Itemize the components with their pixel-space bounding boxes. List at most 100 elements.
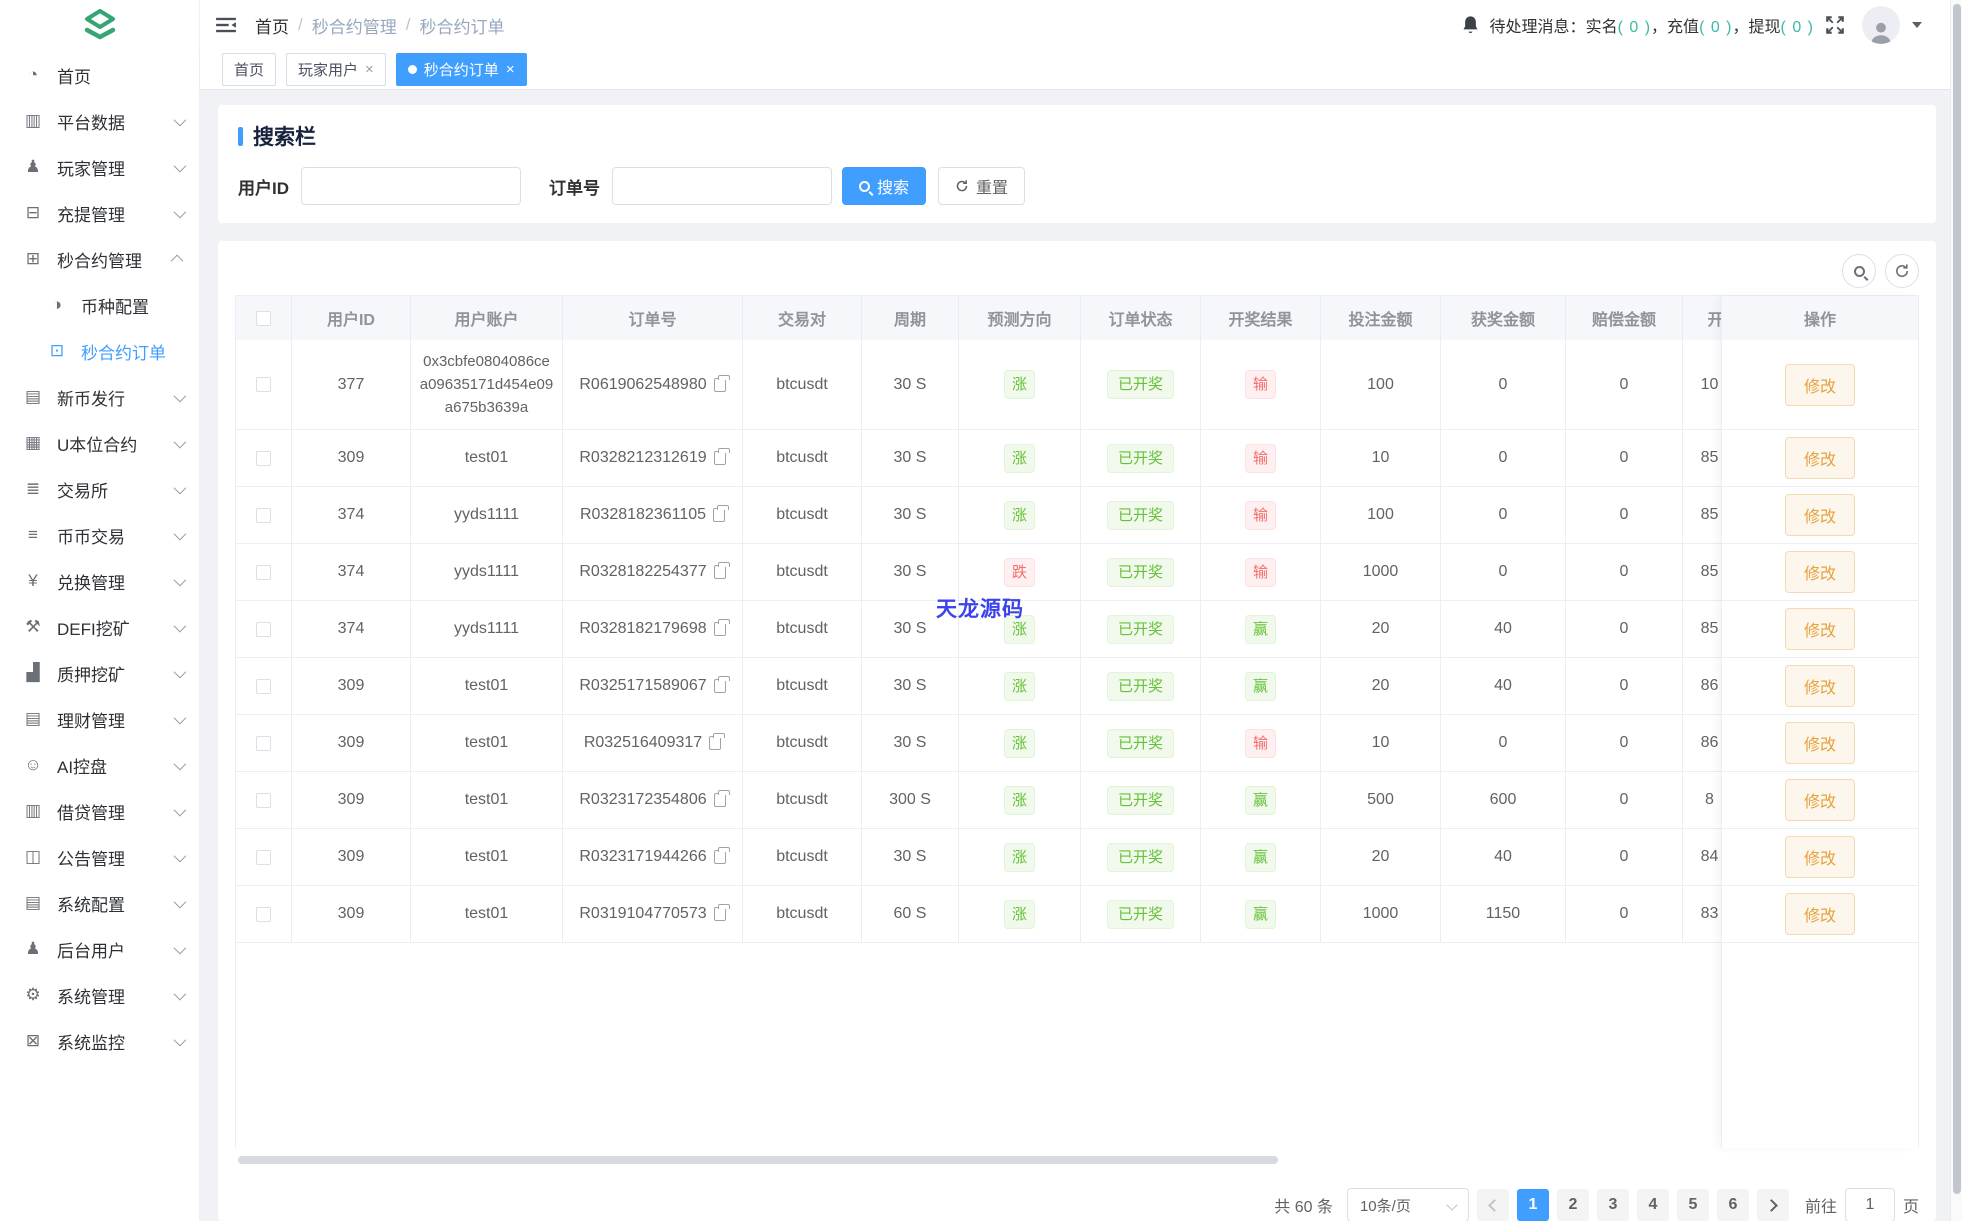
cell-period: 30 S xyxy=(862,829,959,885)
sidebar-item-AI控盘[interactable]: ☺ AI控盘 xyxy=(0,742,199,788)
edit-button[interactable]: 修改 xyxy=(1784,779,1855,821)
jump-page-input[interactable] xyxy=(1844,1188,1895,1221)
hamburger-icon[interactable] xyxy=(215,16,237,34)
browser-scrollbar[interactable] xyxy=(1950,0,1962,1221)
page-button-1[interactable]: 1 xyxy=(1516,1189,1549,1221)
sidebar-item-后台用户[interactable]: ♟ 后台用户 xyxy=(0,926,199,972)
sidebar-item-公告管理[interactable]: ◫ 公告管理 xyxy=(0,834,199,880)
sidebar-item-平台数据[interactable]: ▥ 平台数据 xyxy=(0,98,199,144)
page-size-select[interactable]: 10条/页 xyxy=(1346,1188,1469,1221)
row-checkbox[interactable] xyxy=(256,377,271,392)
sidebar-item-借贷管理[interactable]: ▥ 借贷管理 xyxy=(0,788,199,834)
edit-button[interactable]: 修改 xyxy=(1784,836,1855,878)
search-button[interactable]: 搜索 xyxy=(842,167,927,205)
copy-icon[interactable] xyxy=(713,374,730,392)
cell-comp: 0 xyxy=(1566,544,1683,600)
cell-pair: btcusdt xyxy=(743,430,862,486)
order-no-input[interactable] xyxy=(612,167,832,205)
copy-icon[interactable] xyxy=(713,904,730,921)
sidebar-item-玩家管理[interactable]: ♟ 玩家管理 xyxy=(0,144,199,190)
edit-button[interactable]: 修改 xyxy=(1784,494,1855,536)
row-checkbox[interactable] xyxy=(256,507,271,523)
select-all-checkbox[interactable] xyxy=(256,310,271,326)
sidebar-item-交易所[interactable]: ≣ 交易所 xyxy=(0,466,199,512)
row-checkbox[interactable] xyxy=(256,564,271,580)
page-button-2[interactable]: 2 xyxy=(1556,1189,1589,1221)
cell-user_id: 309 xyxy=(292,829,411,885)
prev-page-button[interactable] xyxy=(1476,1189,1509,1221)
player-management-icon: ♟ xyxy=(25,157,41,176)
table-refresh-button[interactable] xyxy=(1885,254,1919,288)
cell-bet: 1000 xyxy=(1321,886,1441,942)
avatar-dropdown-caret-icon[interactable] xyxy=(1912,22,1922,28)
row-checkbox[interactable] xyxy=(256,450,271,466)
edit-button[interactable]: 修改 xyxy=(1784,437,1855,479)
edit-button[interactable]: 修改 xyxy=(1784,893,1855,935)
sidebar-item-系统监控[interactable]: ⊠ 系统监控 xyxy=(0,1018,199,1064)
copy-icon[interactable] xyxy=(713,562,730,579)
user-id-input[interactable] xyxy=(301,167,521,205)
reset-button[interactable]: 重置 xyxy=(938,167,1026,205)
edit-button[interactable]: 修改 xyxy=(1784,363,1855,406)
edit-button[interactable]: 修改 xyxy=(1784,722,1855,764)
cell-direction: 涨 xyxy=(959,715,1081,771)
copy-icon[interactable] xyxy=(713,619,730,636)
dashboard-icon: ◔ xyxy=(27,65,39,84)
sidebar-item-充提管理[interactable]: ⊟ 充提管理 xyxy=(0,190,199,236)
copy-icon[interactable] xyxy=(713,790,730,807)
copy-icon[interactable] xyxy=(713,847,730,864)
sidebar-item-兑换管理[interactable]: ¥ 兑换管理 xyxy=(0,558,199,604)
sidebar-item-质押挖矿[interactable]: ▟ 质押挖矿 xyxy=(0,650,199,696)
sidebar-item-币币交易[interactable]: ≡ 币币交易 xyxy=(0,512,199,558)
sidebar-item-币种配置[interactable]: ◑ 币种配置 xyxy=(0,282,199,328)
cell-open: 85 xyxy=(1683,544,1723,600)
row-checkbox[interactable] xyxy=(256,849,271,865)
page-button-4[interactable]: 4 xyxy=(1636,1189,1669,1221)
close-icon[interactable]: × xyxy=(506,62,515,77)
page-button-6[interactable]: 6 xyxy=(1716,1189,1749,1221)
edit-button[interactable]: 修改 xyxy=(1784,551,1855,593)
scrollbar-thumb[interactable] xyxy=(1953,4,1961,1194)
bell-icon[interactable] xyxy=(1461,15,1480,36)
sidebar-item-秒合约管理[interactable]: ⊞ 秒合约管理 xyxy=(0,236,199,282)
close-icon[interactable]: × xyxy=(365,62,374,77)
copy-icon[interactable] xyxy=(713,676,730,693)
sidebar-item-秒合约订单[interactable]: ⊡ 秒合约订单 xyxy=(0,328,199,374)
direction-badge: 涨 xyxy=(1003,370,1035,399)
cell-check xyxy=(236,772,292,828)
next-page-button[interactable] xyxy=(1756,1189,1789,1221)
cell-account: yyds1111 xyxy=(411,487,563,543)
tag-views-bar: 首页 玩家用户 × 秒合约订单 × xyxy=(200,50,1962,90)
spot-trade-icon: ≡ xyxy=(28,525,38,544)
copy-icon[interactable] xyxy=(713,448,730,465)
sidebar-item-首页[interactable]: ◔ 首页 xyxy=(0,52,199,98)
sidebar-item-系统配置[interactable]: ▤ 系统配置 xyxy=(0,880,199,926)
edit-button[interactable]: 修改 xyxy=(1784,608,1855,650)
tab-首页[interactable]: 首页 xyxy=(222,53,277,86)
sidebar-item-系统管理[interactable]: ⚙ 系统管理 xyxy=(0,972,199,1018)
page-button-3[interactable]: 3 xyxy=(1596,1189,1629,1221)
fullscreen-icon[interactable] xyxy=(1824,14,1846,36)
sidebar-item-DEFI挖矿[interactable]: ⚒ DEFI挖矿 xyxy=(0,604,199,650)
row-checkbox[interactable] xyxy=(256,678,271,694)
sidebar-item-理财管理[interactable]: ▤ 理财管理 xyxy=(0,696,199,742)
row-checkbox[interactable] xyxy=(256,792,271,808)
horizontal-scrollbar[interactable] xyxy=(238,1156,1278,1164)
sidebar-item-新币发行[interactable]: ▤ 新币发行 xyxy=(0,374,199,420)
sidebar-item-U本位合约[interactable]: ▦ U本位合约 xyxy=(0,420,199,466)
edit-button[interactable]: 修改 xyxy=(1784,665,1855,707)
tab-玩家用户[interactable]: 玩家用户 × xyxy=(286,53,386,86)
exchange-icon: ≣ xyxy=(25,479,41,498)
breadcrumb-home[interactable]: 首页 xyxy=(255,13,289,38)
table-body: 377 0x3cbfe0804086cea09635171d454e09a675b… xyxy=(236,340,1918,943)
tab-秒合约订单[interactable]: 秒合约订单 × xyxy=(395,53,527,86)
table-search-toggle-button[interactable] xyxy=(1842,254,1876,288)
copy-icon[interactable] xyxy=(713,505,730,522)
row-checkbox[interactable] xyxy=(256,735,271,751)
cell-check xyxy=(236,715,292,771)
row-checkbox[interactable] xyxy=(256,621,271,637)
page-button-5[interactable]: 5 xyxy=(1676,1189,1709,1221)
copy-icon[interactable] xyxy=(709,733,726,750)
row-checkbox[interactable] xyxy=(256,906,271,922)
user-avatar[interactable] xyxy=(1862,6,1900,44)
